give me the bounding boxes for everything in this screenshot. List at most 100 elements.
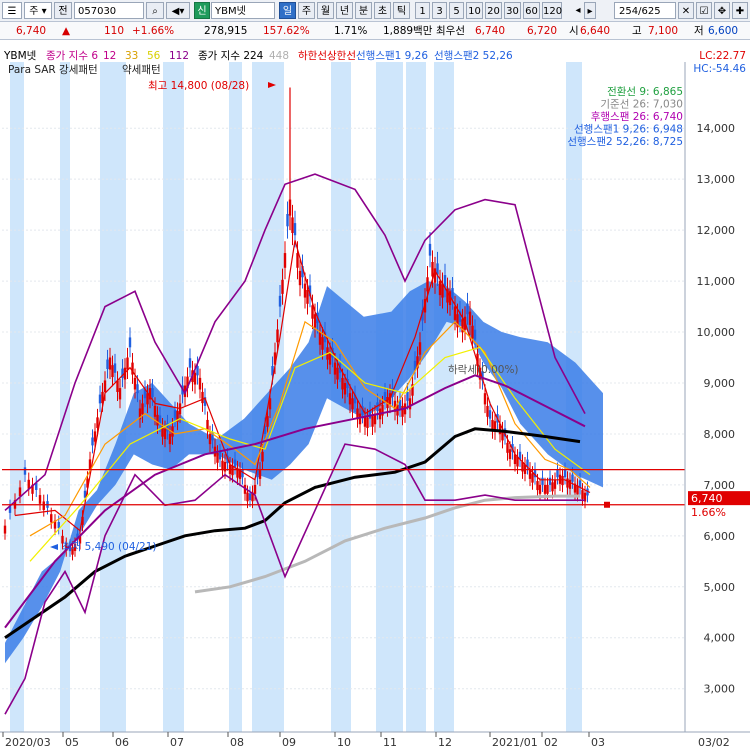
candlesticks — [3, 87, 589, 561]
y-tick-label-8: 11,000 — [697, 275, 736, 288]
candle-body-2-3 — [50, 514, 53, 523]
interval-20-button[interactable]: 20 — [485, 2, 502, 19]
interval-5-button[interactable]: 5 — [449, 2, 464, 19]
interval-1-button[interactable]: 1 — [415, 2, 430, 19]
x-tick-label-1: 05 — [65, 736, 79, 749]
y-axis: 3,000 4,000 5,000 6,000 7,000 8,000 9,000 10,00… — [684, 62, 750, 732]
candle-body-41-0 — [438, 281, 442, 296]
turnover: 1.71% — [334, 25, 368, 37]
period-6-button[interactable]: 틱 — [393, 2, 410, 19]
candle-body-51-3 — [546, 484, 549, 494]
candle-body-26-1 — [291, 217, 294, 234]
ichimoku-label-2: 후행스팬 26: 6,740 — [591, 111, 683, 123]
candle-body-40-1 — [431, 261, 434, 277]
lc-label: LC:22.77 — [699, 50, 746, 62]
interval-120-button[interactable]: 120 — [542, 2, 562, 19]
legend-item-5: 112 — [169, 50, 189, 62]
chart-area[interactable]: 3,000 4,000 5,000 6,000 7,000 8,000 9,000 10,00… — [0, 40, 750, 750]
period-3-button[interactable]: 년 — [336, 2, 353, 19]
period-4-button[interactable]: 분 — [355, 2, 372, 19]
candle-body-30-0 — [328, 352, 332, 365]
x-tick-label-8: 12 — [438, 736, 452, 749]
interval-30-button[interactable]: 30 — [504, 2, 521, 19]
legend-item-8: 하한선 — [298, 49, 327, 62]
candle-body-53-3 — [566, 478, 569, 488]
candle-body-2-1 — [42, 501, 45, 510]
stock-name[interactable]: YBM넷 — [211, 2, 275, 19]
menu-icon[interactable]: ☰ — [2, 2, 22, 19]
candle-body-30-3 — [336, 367, 339, 380]
y-tick-label-6: 9,000 — [704, 377, 736, 390]
candle-body-7-0 — [98, 394, 102, 404]
tool-icon[interactable]: ✚ — [732, 2, 748, 19]
pin-icon[interactable]: ✥ — [714, 2, 730, 19]
code-input[interactable]: 057030 — [74, 2, 144, 19]
candle-body-25-1 — [281, 279, 284, 294]
sar-legend-b: 약세패턴 — [122, 64, 161, 76]
candle-body-26-2 — [293, 223, 297, 236]
legend-item-1: 종가 지수 6 — [46, 50, 98, 62]
candle-body-11-1 — [141, 403, 144, 415]
y-tick-label-2: 5,000 — [704, 581, 736, 594]
all-button[interactable]: 전 — [54, 2, 72, 19]
candle-body-17-0 — [198, 377, 202, 390]
legend-item-2: 12 — [103, 50, 116, 62]
ichimoku-label-4: 선행스팬2 52,26: 8,725 — [567, 136, 683, 148]
low-arrow — [50, 544, 58, 550]
low-annotation: 최저 5,490 (04/21) — [62, 541, 157, 553]
y-tick-label-1: 4,000 — [704, 632, 736, 645]
candle-body-9-0 — [118, 388, 122, 400]
legend-item-11: 선행스팬2 52,26 — [434, 50, 513, 62]
crosshair-icon[interactable]: ✕ — [678, 2, 694, 19]
price-tag-pct: 1.66% — [691, 506, 726, 519]
legend-item-10: 선행스팬1 9,26 — [356, 50, 428, 62]
candle-body-3-1 — [57, 521, 60, 529]
ichimoku-label-3: 선행스팬1 9,26: 6,948 — [574, 124, 683, 136]
interval-60-button[interactable]: 60 — [523, 2, 540, 19]
candle-body-26-3 — [296, 253, 299, 268]
x-tick-label-0: 2020/03 — [5, 736, 51, 749]
y-tick-label-10: 13,000 — [697, 173, 736, 186]
candle-body-1-0 — [23, 467, 27, 475]
candle-body-48-0 — [508, 449, 512, 460]
candle-body-51-0 — [538, 484, 542, 494]
credit-badge: 신 — [194, 2, 210, 19]
period-5-button[interactable]: 초 — [374, 2, 391, 19]
period-1-button[interactable]: 주 — [298, 2, 315, 19]
candle-body-52-2 — [553, 479, 557, 489]
period-0-button[interactable]: 일 — [279, 2, 296, 19]
nav-prev-icon[interactable]: ◂ — [574, 2, 582, 19]
candle-body-55-1 — [581, 490, 584, 499]
candle-body-8-3 — [116, 380, 119, 392]
market-select[interactable]: 주 ▾ — [24, 2, 52, 19]
bid-price: 6,740 — [475, 25, 506, 37]
search-icon[interactable]: ⌕ — [146, 2, 164, 19]
x-tick-label-4: 08 — [230, 736, 244, 749]
speaker-icon[interactable]: ◀▾ — [166, 2, 190, 19]
candle-body-32-0 — [348, 393, 352, 405]
candle-body-51-1 — [541, 477, 544, 485]
toolbar: ☰ 주 ▾ 전 057030 ⌕ ◀▾ 신 YBM넷 ◂ ▸ 254/625 ✕… — [0, 0, 750, 22]
period-2-button[interactable]: 월 — [317, 2, 334, 19]
open-price: 6,640 — [580, 25, 611, 37]
prior-label: 최우선 — [436, 25, 465, 37]
sar-legend: Para SAR 강세패턴 — [8, 64, 98, 76]
candle-body-7-2 — [103, 380, 107, 392]
legend-item-6: 종가 지수 224 — [198, 50, 264, 62]
low-price: 6,600 — [708, 25, 739, 37]
candle-body-52-3 — [556, 469, 559, 478]
checkbox-icon[interactable]: ☑ — [696, 2, 712, 19]
candle-body-35-2 — [383, 392, 387, 401]
price-chart[interactable]: 3,000 4,000 5,000 6,000 7,000 8,000 9,000 10,00… — [0, 40, 750, 750]
y-tick-label-0: 3,000 — [704, 683, 736, 696]
ichimoku-cloud-area — [5, 281, 603, 664]
interval-3-button[interactable]: 3 — [432, 2, 447, 19]
candle-body-2-0 — [38, 495, 42, 504]
candle-body-39-3 — [426, 277, 429, 292]
nav-next-icon[interactable]: ▸ — [584, 2, 596, 19]
trend-annotation: 하락세(0.00%) — [448, 363, 519, 376]
change-percent: +1.66% — [132, 25, 175, 37]
candle-body-52-1 — [551, 482, 554, 492]
interval-10-button[interactable]: 10 — [466, 2, 483, 19]
candle-body-12-1 — [151, 388, 154, 397]
